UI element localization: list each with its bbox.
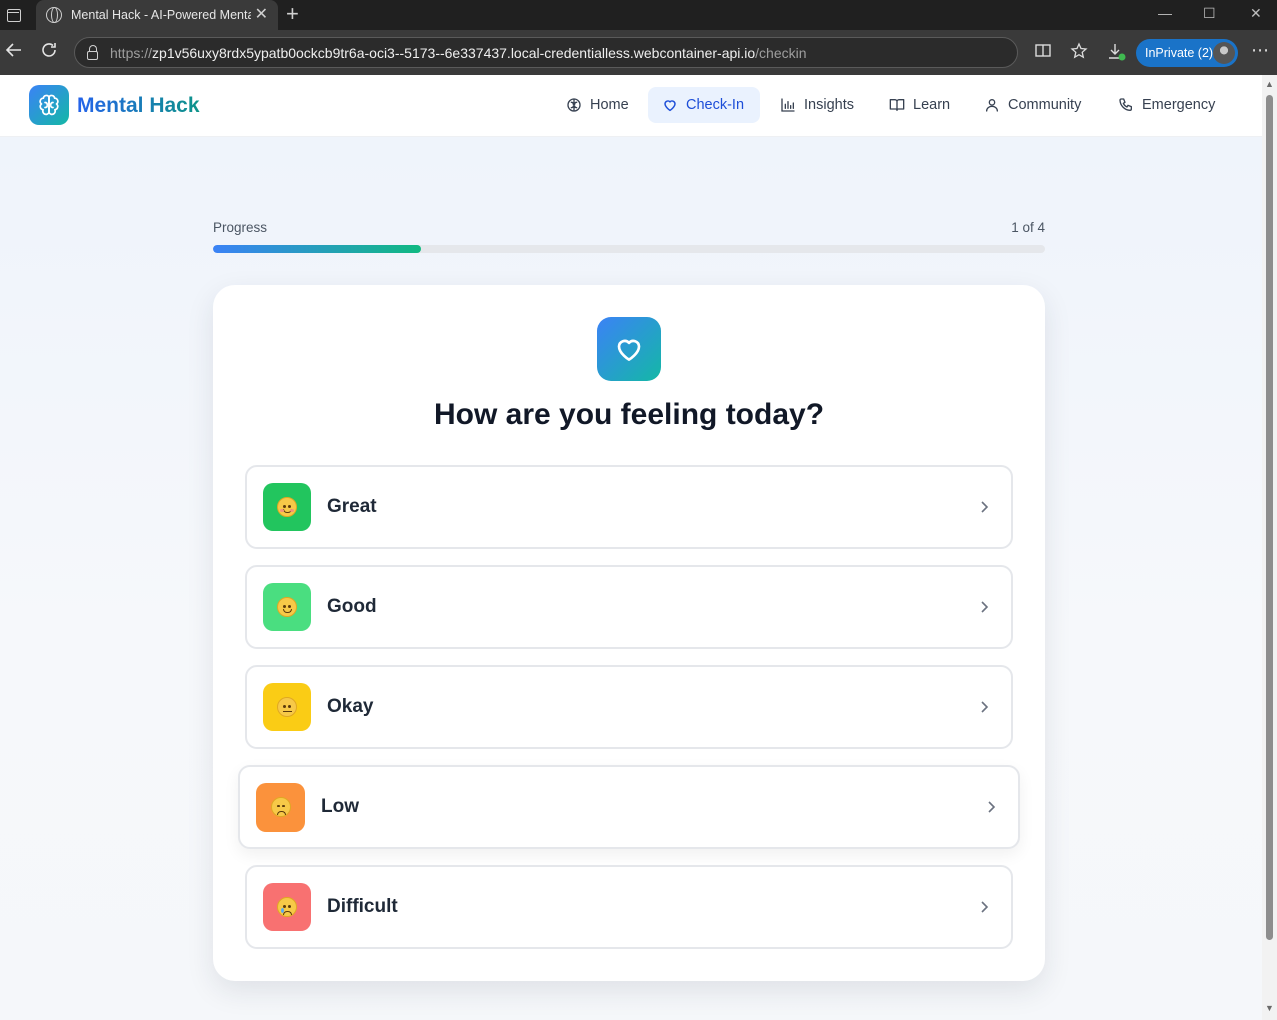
heart-icon — [664, 100, 676, 112]
progress-bar-fill — [213, 245, 421, 253]
nav-check-in-label: Check-In — [686, 97, 745, 113]
scrollbar-thumb[interactable] — [1266, 95, 1273, 940]
mood-label: Difficult — [327, 896, 398, 917]
bar-chart-icon — [781, 98, 795, 112]
site-header: Mental Hack Home Check-In Insights Learn… — [0, 75, 1262, 137]
nav-community-label: Community — [1008, 97, 1082, 113]
mood-icon-box — [256, 782, 305, 832]
mood-option-difficult[interactable]: Difficult — [245, 865, 1013, 949]
mood-icon-box — [263, 483, 311, 531]
inprivate-button[interactable]: InPrivate (2) — [1136, 39, 1238, 67]
mood-option-great[interactable]: Great — [245, 465, 1013, 549]
downloads-icon[interactable] — [1107, 42, 1127, 67]
chevron-right-icon — [981, 601, 989, 613]
favorites-icon[interactable] — [1070, 42, 1088, 65]
mood-label: Okay — [327, 696, 374, 717]
nav-home[interactable]: Home — [552, 87, 643, 123]
chevron-right-icon — [988, 801, 996, 813]
checkin-question: How are you feeling today? — [433, 398, 825, 431]
browser-tab[interactable]: Mental Hack - AI-Powered Mental ✕ — [36, 0, 278, 30]
nav-emergency-label: Emergency — [1142, 97, 1216, 113]
nav-insights-label: Insights — [804, 97, 854, 113]
progress-bar — [213, 245, 1045, 253]
refresh-icon[interactable] — [39, 40, 59, 66]
nav-emergency[interactable]: Emergency — [1104, 87, 1229, 123]
page-scrollbar[interactable]: ▲ ▼ — [1262, 75, 1277, 1020]
split-screen-icon[interactable] — [1034, 42, 1052, 65]
pensive-face-icon — [270, 797, 291, 817]
back-icon[interactable] — [4, 40, 24, 66]
mood-icon-box — [263, 683, 311, 731]
slight-smile-icon — [277, 597, 297, 617]
heart-icon — [617, 339, 641, 361]
lock-icon — [87, 44, 98, 60]
nav-home-label: Home — [590, 97, 629, 113]
mood-icon-box — [263, 583, 311, 631]
progress-count: 1 of 4 — [1011, 220, 1045, 235]
scroll-down-icon[interactable]: ▼ — [1265, 1003, 1274, 1013]
mood-icon-box — [263, 883, 311, 931]
chevron-right-icon — [981, 501, 989, 513]
globe-icon — [46, 7, 62, 23]
user-icon — [986, 99, 998, 112]
tab-title: Mental Hack - AI-Powered Mental — [71, 8, 251, 22]
checkin-card: How are you feeling today? Great Good Ok… — [213, 285, 1045, 981]
mood-option-low[interactable]: Low — [238, 765, 1020, 849]
book-icon — [889, 99, 905, 111]
more-options-icon[interactable]: ⋯ — [1251, 40, 1269, 61]
smiling-face-icon — [277, 497, 297, 517]
nav-community[interactable]: Community — [970, 87, 1095, 123]
mood-option-okay[interactable]: Okay — [245, 665, 1013, 749]
browser-toolbar: https://zp1v56uxy8rdx5ypatb0ockcb9tr6a-o… — [0, 30, 1277, 75]
crying-face-icon — [277, 897, 297, 917]
mood-label: Low — [321, 796, 359, 817]
address-bar[interactable]: https://zp1v56uxy8rdx5ypatb0ockcb9tr6a-o… — [74, 37, 1018, 68]
inprivate-label: InPrivate (2) — [1145, 46, 1214, 60]
maximize-icon[interactable]: ☐ — [1203, 5, 1216, 22]
chevron-right-icon — [981, 901, 989, 913]
mood-label: Good — [327, 596, 377, 617]
brain-icon — [567, 98, 581, 112]
profile-avatar — [1213, 42, 1235, 64]
nav-insights[interactable]: Insights — [766, 87, 868, 123]
browser-tab-bar: Mental Hack - AI-Powered Mental ✕ + — ☐ … — [0, 0, 1277, 30]
progress-label: Progress — [213, 220, 268, 235]
nav-learn-label: Learn — [913, 97, 951, 113]
nav-learn[interactable]: Learn — [875, 87, 964, 123]
brand-name[interactable]: Mental Hack — [77, 94, 200, 118]
mood-option-good[interactable]: Good — [245, 565, 1013, 649]
heart-badge — [597, 317, 661, 381]
phone-icon — [1119, 98, 1132, 111]
scroll-up-icon[interactable]: ▲ — [1265, 79, 1274, 89]
minimize-icon[interactable]: — — [1158, 5, 1172, 21]
new-tab-icon[interactable]: + — [286, 3, 299, 25]
logo-icon[interactable] — [29, 85, 69, 125]
close-tab-icon[interactable]: ✕ — [255, 7, 268, 23]
chevron-right-icon — [981, 701, 989, 713]
nav-check-in[interactable]: Check-In — [648, 87, 760, 123]
page-viewport: Mental Hack Home Check-In Insights Learn… — [0, 75, 1277, 1020]
tab-actions-icon[interactable] — [4, 5, 24, 25]
mood-label: Great — [327, 496, 377, 517]
neutral-face-icon — [277, 697, 297, 717]
url-text: https://zp1v56uxy8rdx5ypatb0ockcb9tr6a-o… — [110, 44, 807, 61]
close-window-icon[interactable]: ✕ — [1250, 5, 1262, 22]
